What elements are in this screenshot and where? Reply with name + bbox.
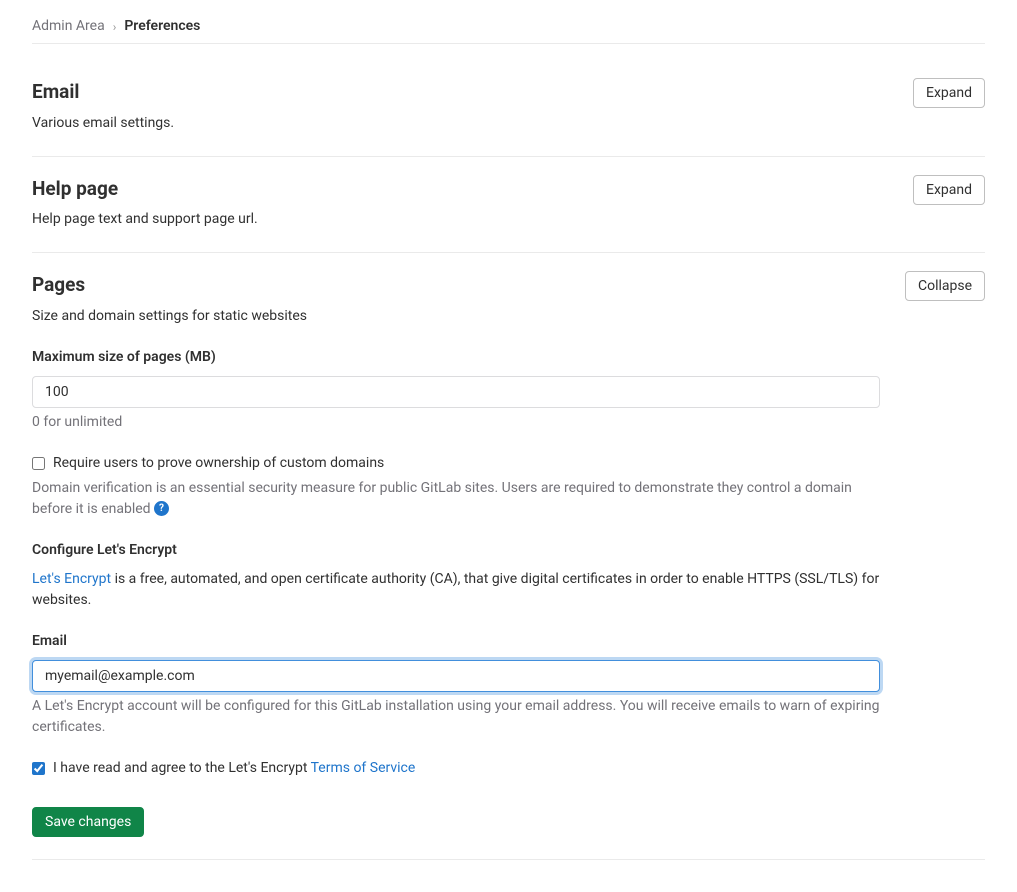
- section-help: Help page Help page text and support pag…: [32, 157, 985, 254]
- section-help-desc: Help page text and support page url.: [32, 209, 258, 230]
- section-help-title: Help page: [32, 175, 258, 204]
- tos-label: I have read and agree to the Let's Encry…: [53, 758, 415, 779]
- section-pages-title: Pages: [32, 271, 307, 300]
- collapse-pages-button[interactable]: Collapse: [905, 271, 985, 301]
- max-size-label: Maximum size of pages (MB): [32, 347, 985, 368]
- le-email-label: Email: [32, 631, 985, 652]
- max-size-help: 0 for unlimited: [32, 412, 880, 433]
- breadcrumb-root[interactable]: Admin Area: [32, 16, 105, 37]
- max-size-input[interactable]: [32, 376, 880, 408]
- require-ownership-checkbox[interactable]: [32, 457, 45, 470]
- tos-link[interactable]: Terms of Service: [311, 760, 416, 776]
- lets-encrypt-desc: Let's Encrypt is a free, automated, and …: [32, 569, 902, 611]
- tos-checkbox[interactable]: [32, 762, 45, 775]
- lets-encrypt-link[interactable]: Let's Encrypt: [32, 571, 111, 587]
- section-email-desc: Various email settings.: [32, 113, 174, 134]
- le-email-help: A Let's Encrypt account will be configur…: [32, 696, 880, 738]
- save-changes-button[interactable]: Save changes: [32, 807, 144, 837]
- chevron-right-icon: ›: [113, 18, 117, 36]
- expand-help-button[interactable]: Expand: [913, 175, 985, 205]
- require-ownership-label: Require users to prove ownership of cust…: [53, 453, 384, 474]
- expand-email-button[interactable]: Expand: [913, 78, 985, 108]
- question-circle-icon[interactable]: ?: [154, 501, 169, 516]
- lets-encrypt-heading: Configure Let's Encrypt: [32, 540, 985, 561]
- breadcrumb-current: Preferences: [124, 16, 200, 37]
- section-email: Email Various email settings. Expand: [32, 60, 985, 157]
- section-pages-desc: Size and domain settings for static webs…: [32, 306, 307, 327]
- require-ownership-help: Domain verification is an essential secu…: [32, 478, 852, 520]
- le-email-input[interactable]: [32, 660, 880, 692]
- section-email-title: Email: [32, 78, 174, 107]
- breadcrumb: Admin Area › Preferences: [32, 10, 985, 44]
- section-pages: Pages Size and domain settings for stati…: [32, 253, 985, 860]
